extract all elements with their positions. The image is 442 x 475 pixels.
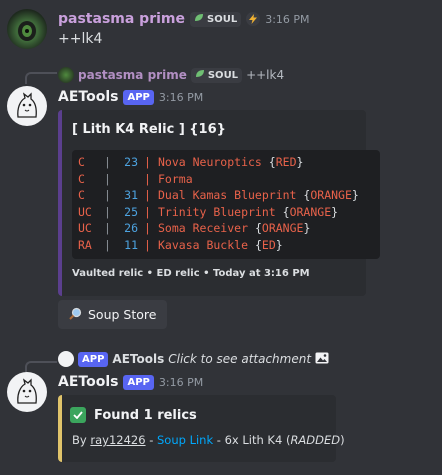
relic-item-name: Trinity Blueprint: [158, 204, 276, 219]
reply-preview[interactable]: APP AETools Click to see attachment: [58, 351, 329, 367]
bot-username[interactable]: AETools: [58, 89, 118, 105]
reply-attachment-text: Click to see attachment: [168, 352, 312, 366]
embed-title: Found 1 relics: [94, 407, 197, 423]
relic-item-name: Forma: [158, 171, 193, 186]
relic-row: C | | Forma: [78, 171, 374, 188]
brace: }: [351, 188, 359, 202]
column-separator: |: [104, 155, 111, 169]
bot-username[interactable]: AETools: [58, 374, 118, 390]
column-separator: |: [144, 171, 151, 186]
bot-avatar[interactable]: [7, 86, 47, 126]
relic-number: 25: [124, 204, 138, 219]
embed-description: By ray12426 - Soup Link - 6x Lith K4 (RA…: [72, 433, 345, 447]
reply-username[interactable]: AETools: [112, 352, 164, 366]
relic-item-name: Kavasa Buckle: [158, 237, 249, 252]
reply-avatar: [58, 351, 74, 367]
reply-avatar: [58, 67, 74, 83]
relic-status: ED: [261, 237, 276, 252]
timestamp: 3:16 PM: [158, 90, 204, 104]
app-badge: APP: [123, 89, 154, 105]
bot-avatar[interactable]: [7, 372, 47, 412]
relic-tier: C: [78, 155, 85, 169]
app-badge: APP: [123, 374, 154, 390]
embed-footer: Vaulted relic • ED relic • Today at 3:16…: [72, 268, 310, 279]
relic-status: RED: [275, 155, 297, 169]
relic-status: RADDED: [290, 433, 341, 447]
relic-number: 26: [124, 221, 138, 235]
leaf-icon: [195, 68, 205, 83]
check-icon: [70, 407, 86, 423]
relic-status: ORANGE: [310, 188, 352, 202]
lightning-icon: [246, 12, 261, 26]
relic-number: 11: [124, 237, 138, 252]
relic-embed: [ Lith K4 Relic ] {16} C | 23 | Nova Neuropt…: [58, 110, 380, 296]
column-separator: |: [144, 237, 151, 252]
column-separator: |: [104, 188, 111, 202]
brace: {: [254, 237, 262, 252]
relic-tier: C: [78, 188, 85, 202]
relic-item-name: Dual Kamas Blueprint: [158, 188, 297, 202]
found-relics-embed: Found 1 relics By ray12426 - Soup Link -…: [58, 395, 345, 462]
brace: {: [254, 221, 262, 235]
soup-store-label: Soup Store: [88, 307, 157, 322]
column-separator: |: [104, 204, 111, 219]
relic-row: RA | 11 | Kavasa Buckle {ED}: [78, 237, 374, 254]
relic-tier: UC: [78, 204, 92, 219]
timestamp: 3:16 PM: [265, 12, 310, 26]
soup-store-button[interactable]: Soup Store: [58, 300, 168, 329]
relic-row: C | 31 | Dual Kamas Blueprint {ORANGE}: [78, 187, 374, 204]
user-mention[interactable]: ray12426: [90, 433, 145, 447]
reply-text: ++lk4: [246, 68, 285, 82]
relic-item-name: Nova Neuroptics: [158, 155, 262, 169]
relic-number: 31: [124, 188, 138, 202]
relic-status: ORANGE: [289, 204, 332, 219]
brace: }: [303, 221, 311, 235]
relic-row: UC | 26 | Soma Receiver {ORANGE}: [78, 220, 374, 237]
relic-number: 23: [124, 155, 138, 169]
reply-connector: [25, 72, 57, 84]
relic-tier: RA: [78, 237, 92, 252]
brace: }: [296, 155, 304, 169]
brace: {: [303, 188, 311, 202]
column-separator: |: [144, 221, 151, 235]
relic-status: ORANGE: [261, 221, 304, 235]
column-separator: |: [144, 188, 151, 202]
column-separator: |: [104, 221, 111, 235]
column-separator: |: [144, 155, 151, 169]
relic-row: UC | 25 | Trinity Blueprint {ORANGE}: [78, 204, 374, 221]
reply-guild-tag: SOUL: [190, 67, 243, 83]
message-text: ++lk4: [58, 31, 103, 47]
reply-connector: [25, 361, 57, 373]
relic-tier: UC: [78, 221, 92, 235]
column-separator: |: [144, 204, 151, 219]
relic-item-name: Soma Receiver: [158, 221, 249, 235]
image-icon: [315, 352, 329, 367]
guild-tag[interactable]: SOUL: [190, 11, 242, 27]
brace: {: [268, 155, 276, 169]
magnifier-icon: [69, 307, 82, 323]
relic-number: [120, 171, 144, 188]
brace: }: [331, 204, 339, 219]
brace: }: [275, 237, 283, 252]
leaf-icon: [194, 12, 204, 27]
username[interactable]: pastasma prime: [58, 11, 185, 27]
column-separator: |: [104, 171, 111, 186]
brace: {: [282, 204, 290, 219]
relic-tier: C: [78, 171, 85, 186]
embed-title: [ Lith K4 Relic ] {16}: [72, 122, 226, 137]
reply-username[interactable]: pastasma prime: [78, 68, 187, 82]
timestamp: 3:16 PM: [158, 375, 204, 389]
reply-app-badge: APP: [78, 351, 109, 367]
soup-link[interactable]: Soup Link: [157, 433, 213, 447]
relic-row: C | 23 | Nova Neuroptics {RED}: [78, 154, 374, 171]
reply-preview[interactable]: pastasma prime SOUL ++lk4: [58, 67, 284, 83]
relic-code-block: C | 23 | Nova Neuroptics {RED} C | | Forma C | 31 | D…: [72, 150, 380, 259]
column-separator: |: [104, 237, 111, 252]
user-avatar[interactable]: [7, 9, 47, 49]
